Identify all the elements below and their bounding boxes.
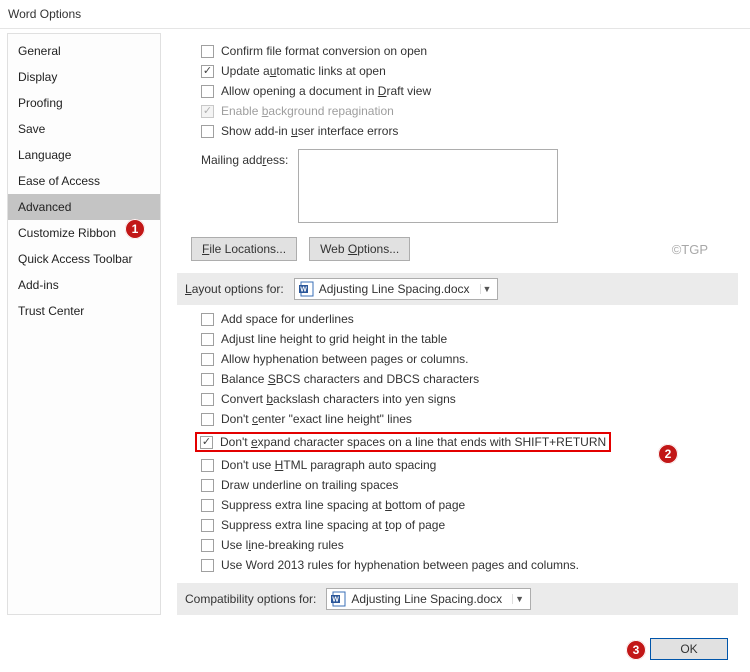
mailing-address-input[interactable] [298,149,558,223]
annotation-badge-3: 3 [626,640,646,660]
label: Convert backslash characters into yen si… [221,392,456,406]
checkbox-icon [201,85,214,98]
annotation-badge-2: 2 [658,444,678,464]
compat-options-label: Compatibility options for: [185,592,316,606]
checkbox-icon [201,539,214,552]
word-doc-icon: W [331,591,347,607]
checkbox-icon [201,499,214,512]
sidebar-item-language[interactable]: Language [8,142,160,168]
checkbox-icon [201,413,214,426]
label: Show add-in user interface errors [221,124,398,138]
opt-dont-expand-shift-return[interactable]: ✓ Don't expand character spaces on a lin… [177,429,738,455]
option-confirm-format[interactable]: Confirm file format conversion on open [177,41,738,61]
checkbox-icon [201,373,214,386]
svg-text:W: W [333,597,340,604]
layout-options-list: Add space for underlines Adjust line hei… [177,305,738,579]
label: Adjust line height to grid height in the… [221,332,447,346]
checkbox-icon [201,459,214,472]
opt-dont-center-exact-height[interactable]: Don't center "exact line height" lines [177,409,738,429]
layout-options-label: Layout options for: [185,282,284,296]
label: Don't center "exact line height" lines [221,412,412,426]
sidebar-item-add-ins[interactable]: Add-ins [8,272,160,298]
checkbox-icon: ✓ [200,436,213,449]
label: Enable background repagination [221,104,394,118]
sidebar: General Display Proofing Save Language E… [7,33,161,615]
window-title: Word Options [0,0,750,28]
sidebar-item-display[interactable]: Display [8,64,160,90]
checkbox-icon [201,479,214,492]
checkbox-icon [201,559,214,572]
checkbox-icon [201,393,214,406]
main-area: General Display Proofing Save Language E… [0,28,750,615]
label: Balance SBCS characters and DBCS charact… [221,372,479,386]
label: Use Word 2013 rules for hyphenation betw… [221,558,579,572]
opt-allow-hyphenation[interactable]: Allow hyphenation between pages or colum… [177,349,738,369]
opt-add-space-underlines[interactable]: Add space for underlines [177,309,738,329]
sidebar-item-advanced[interactable]: Advanced [8,194,160,220]
chevron-down-icon: ▼ [512,594,526,604]
opt-balance-sbcs-dbcs[interactable]: Balance SBCS characters and DBCS charact… [177,369,738,389]
compat-document-name: Adjusting Line Spacing.docx [351,592,508,606]
opt-dont-use-html-spacing[interactable]: Don't use HTML paragraph auto spacing [177,455,738,475]
option-allow-draft[interactable]: Allow opening a document in Draft view [177,81,738,101]
button-row: File Locations... Web Options... ©TGP [177,231,738,269]
opt-convert-backslash-yen[interactable]: Convert backslash characters into yen si… [177,389,738,409]
option-background-repagination: ✓ Enable background repagination [177,101,738,121]
checkbox-icon [201,45,214,58]
checkbox-icon [201,313,214,326]
svg-text:W: W [300,287,307,294]
checkbox-icon [201,353,214,366]
label: Update automatic links at open [221,64,386,78]
compat-options-header: Compatibility options for: W Adjusting L… [177,583,738,615]
label: Don't use HTML paragraph auto spacing [221,458,436,472]
label: Add space for underlines [221,312,354,326]
label: Don't expand character spaces on a line … [220,435,606,449]
mailing-address-label: Mailing address: [201,149,288,167]
label: Use line-breaking rules [221,538,344,552]
checkbox-icon [201,519,214,532]
sidebar-item-quick-access-toolbar[interactable]: Quick Access Toolbar [8,246,160,272]
ok-button[interactable]: OK [650,638,728,660]
chevron-down-icon: ▼ [480,284,494,294]
layout-document-select[interactable]: W Adjusting Line Spacing.docx ▼ [294,278,499,300]
sidebar-item-general[interactable]: General [8,38,160,64]
file-locations-button[interactable]: File Locations... [191,237,297,261]
content-pane: Confirm file format conversion on open ✓… [161,29,750,615]
opt-suppress-spacing-bottom[interactable]: Suppress extra line spacing at bottom of… [177,495,738,515]
layout-options-header: Layout options for: W Adjusting Line Spa… [177,273,738,305]
label: Suppress extra line spacing at bottom of… [221,498,465,512]
opt-line-breaking-rules[interactable]: Use line-breaking rules [177,535,738,555]
label: Confirm file format conversion on open [221,44,427,58]
general-options: Confirm file format conversion on open ✓… [177,37,738,145]
label: Draw underline on trailing spaces [221,478,398,492]
web-options-button[interactable]: Web Options... [309,237,410,261]
sidebar-item-ease-of-access[interactable]: Ease of Access [8,168,160,194]
sidebar-item-proofing[interactable]: Proofing [8,90,160,116]
annotation-badge-1: 1 [125,219,145,239]
sidebar-item-trust-center[interactable]: Trust Center [8,298,160,324]
opt-suppress-spacing-top[interactable]: Suppress extra line spacing at top of pa… [177,515,738,535]
opt-word-2013-hyphenation[interactable]: Use Word 2013 rules for hyphenation betw… [177,555,738,575]
opt-draw-underline-trailing[interactable]: Draw underline on trailing spaces [177,475,738,495]
sidebar-item-save[interactable]: Save [8,116,160,142]
checkbox-icon [201,125,214,138]
mailing-address-row: Mailing address: [177,145,738,231]
label: Allow opening a document in Draft view [221,84,431,98]
option-update-links[interactable]: ✓ Update automatic links at open [177,61,738,81]
layout-document-name: Adjusting Line Spacing.docx [319,282,476,296]
checkbox-icon [201,333,214,346]
label: Allow hyphenation between pages or colum… [221,352,469,366]
word-doc-icon: W [299,281,315,297]
label: Suppress extra line spacing at top of pa… [221,518,445,532]
watermark: ©TGP [672,242,708,257]
opt-adjust-line-height-grid[interactable]: Adjust line height to grid height in the… [177,329,738,349]
compat-document-select[interactable]: W Adjusting Line Spacing.docx ▼ [326,588,531,610]
option-ui-errors[interactable]: Show add-in user interface errors [177,121,738,141]
checkbox-icon: ✓ [201,105,214,118]
checkbox-icon: ✓ [201,65,214,78]
